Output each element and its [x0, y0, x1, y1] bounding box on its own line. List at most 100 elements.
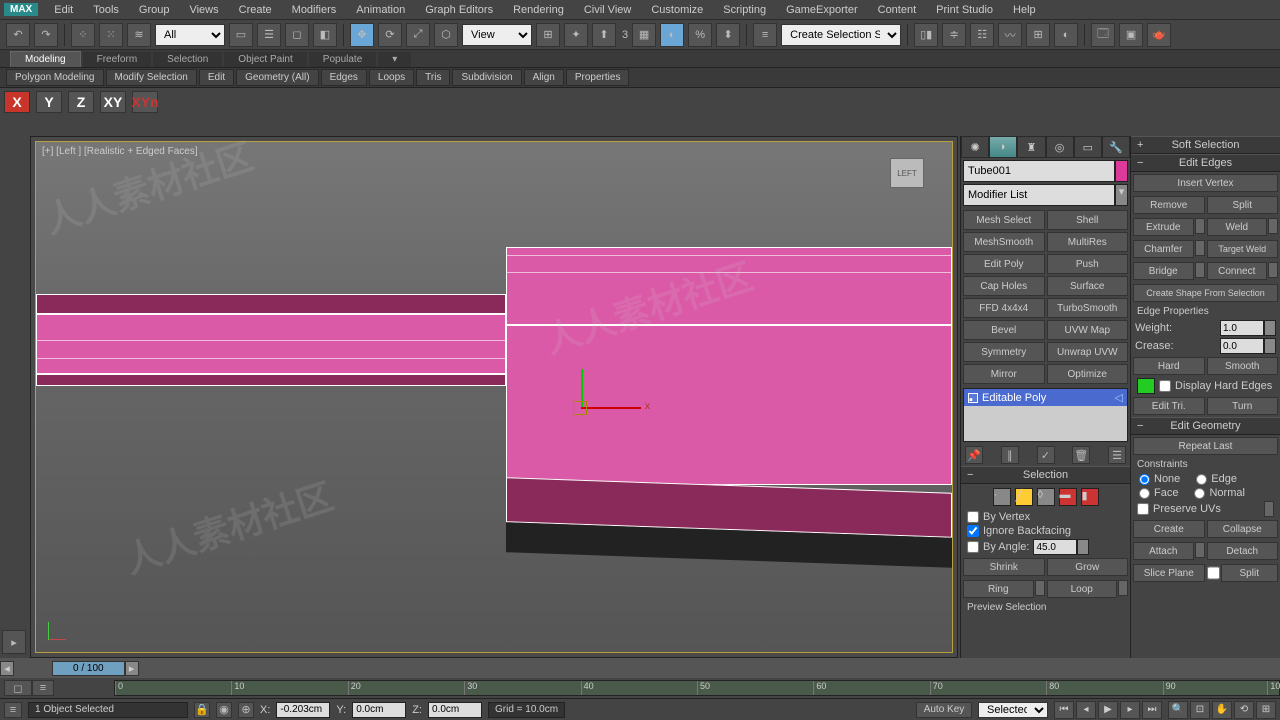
menu-customize[interactable]: Customize: [641, 2, 713, 18]
placement-button[interactable]: ⬡: [434, 23, 458, 47]
subobj-vertex[interactable]: ·: [993, 488, 1011, 506]
by-angle-spinner[interactable]: [1033, 539, 1077, 555]
subobj-border[interactable]: ◊: [1037, 488, 1055, 506]
maxscript-button[interactable]: ≡: [4, 702, 22, 718]
mod-mesh-select[interactable]: Mesh Select: [963, 210, 1045, 230]
mod-edit-poly[interactable]: Edit Poly: [963, 254, 1045, 274]
pivot-button[interactable]: ⊞: [536, 23, 560, 47]
select-object-button[interactable]: ▭: [229, 23, 253, 47]
mod-push[interactable]: Push: [1047, 254, 1129, 274]
menu-edit[interactable]: Edit: [44, 2, 83, 18]
axis-y[interactable]: Y: [36, 91, 62, 113]
split-button[interactable]: Split: [1207, 196, 1279, 214]
chamfer-button[interactable]: Chamfer: [1133, 240, 1194, 258]
menu-scripting[interactable]: Scripting: [713, 2, 776, 18]
render-frame-button[interactable]: ▣: [1119, 23, 1143, 47]
ignore-backfacing-checkbox[interactable]: [967, 525, 979, 537]
split-checkbox[interactable]: [1207, 564, 1220, 582]
zoom-all-button[interactable]: ⊡: [1190, 701, 1210, 719]
scale-button[interactable]: ⤢: [406, 23, 430, 47]
select-by-name-button[interactable]: ☰: [257, 23, 281, 47]
preserve-uvs-checkbox[interactable]: [1137, 503, 1149, 515]
bridge-settings[interactable]: [1195, 262, 1205, 278]
rbtn-loops[interactable]: Loops: [369, 69, 414, 86]
next-frame-button[interactable]: ▸: [1120, 701, 1140, 719]
mod-mirror[interactable]: Mirror: [963, 364, 1045, 384]
ring-button[interactable]: Ring: [963, 580, 1034, 598]
pan-button[interactable]: ✋: [1212, 701, 1232, 719]
angle-snap-button[interactable]: ◐: [660, 23, 684, 47]
y-coord-input[interactable]: [352, 702, 406, 718]
ring-spinner[interactable]: [1035, 580, 1045, 596]
menu-views[interactable]: Views: [179, 2, 228, 18]
keyboard-shortcut-button[interactable]: ⬆: [592, 23, 616, 47]
weld-settings[interactable]: [1268, 218, 1278, 234]
orbit-button[interactable]: ⟲: [1234, 701, 1254, 719]
bind-button[interactable]: ≋: [127, 23, 151, 47]
mod-multires[interactable]: MultiRes: [1047, 232, 1129, 252]
axis-xy[interactable]: XY: [100, 91, 126, 113]
selection-filter[interactable]: All: [155, 24, 225, 46]
weight-spinner[interactable]: [1220, 320, 1264, 336]
rbtn-geometry-all[interactable]: Geometry (All): [236, 69, 318, 86]
modifier-stack[interactable]: ▪ Editable Poly ◁: [963, 388, 1128, 442]
stack-show-button[interactable]: ∥: [1001, 446, 1019, 464]
constraint-edge-radio[interactable]: [1196, 474, 1207, 485]
menu-tools[interactable]: Tools: [83, 2, 129, 18]
remove-button[interactable]: Remove: [1133, 196, 1205, 214]
mod-meshsmooth[interactable]: MeshSmooth: [963, 232, 1045, 252]
window-crossing-button[interactable]: ◧: [313, 23, 337, 47]
mod-symmetry[interactable]: Symmetry: [963, 342, 1045, 362]
target-weld-button[interactable]: Target Weld: [1207, 240, 1279, 258]
menu-graph-editors[interactable]: Graph Editors: [415, 2, 503, 18]
rbtn-polygon-modeling[interactable]: Polygon Modeling: [6, 69, 104, 86]
undo-button[interactable]: ↶: [6, 23, 30, 47]
cmd-tab-create[interactable]: ✺: [961, 136, 989, 158]
layer-button[interactable]: ☷: [970, 23, 994, 47]
tab-selection[interactable]: Selection: [153, 52, 222, 67]
preserve-uvs-settings[interactable]: [1264, 501, 1274, 517]
menu-create[interactable]: Create: [229, 2, 282, 18]
cmd-tab-motion[interactable]: ◎: [1046, 136, 1074, 158]
move-button[interactable]: ✥: [350, 23, 374, 47]
constraint-normal-radio[interactable]: [1194, 488, 1205, 499]
repeat-last-button[interactable]: Repeat Last: [1133, 437, 1278, 455]
maximize-viewport-button[interactable]: ⊞: [1256, 701, 1276, 719]
mod-surface[interactable]: Surface: [1047, 276, 1129, 296]
subobj-polygon[interactable]: ▬: [1059, 488, 1077, 506]
detach-button[interactable]: Detach: [1207, 542, 1279, 560]
constraint-face-radio[interactable]: [1139, 488, 1150, 499]
slice-plane-button[interactable]: Slice Plane: [1133, 564, 1205, 582]
constraint-none-radio[interactable]: [1139, 474, 1150, 485]
axis-z[interactable]: Z: [68, 91, 94, 113]
coord-display-button[interactable]: ⊕: [238, 702, 254, 718]
stack-pin-button[interactable]: 📌: [965, 446, 983, 464]
unlink-button[interactable]: ⁙: [99, 23, 123, 47]
insert-vertex-button[interactable]: Insert Vertex: [1133, 174, 1278, 192]
ref-coord-system[interactable]: View: [462, 24, 532, 46]
time-ruler[interactable]: 0 10 20 30 40 50 60 70 80 90 100: [114, 680, 1280, 696]
menu-content[interactable]: Content: [868, 2, 927, 18]
tab-populate[interactable]: Populate: [309, 52, 376, 67]
smooth-button[interactable]: Smooth: [1207, 357, 1279, 375]
menu-help[interactable]: Help: [1003, 2, 1046, 18]
stack-unique-button[interactable]: ✓: [1037, 446, 1055, 464]
edit-tri-button[interactable]: Edit Tri.: [1133, 397, 1205, 415]
mod-bevel[interactable]: Bevel: [963, 320, 1045, 340]
connect-settings[interactable]: [1268, 262, 1278, 278]
named-sel-sets-button[interactable]: ≡: [753, 23, 777, 47]
gizmo-xy-plane[interactable]: [573, 401, 587, 415]
hard-edge-color[interactable]: [1137, 378, 1155, 394]
mod-optimize[interactable]: Optimize: [1047, 364, 1129, 384]
schematic-button[interactable]: ⊞: [1026, 23, 1050, 47]
by-angle-checkbox[interactable]: [967, 541, 979, 553]
selection-sets[interactable]: Create Selection Se: [781, 24, 901, 46]
split-button-2[interactable]: Split: [1221, 564, 1279, 582]
axis-xy-restrict[interactable]: XYn: [132, 91, 158, 113]
timeline-prev[interactable]: ◂: [0, 661, 14, 676]
play-button[interactable]: ▶: [1098, 701, 1118, 719]
spinner-arrows[interactable]: [1264, 320, 1276, 336]
viewport[interactable]: [+] [Left ] [Realistic + Edged Faces] x: [30, 136, 958, 658]
rbtn-properties[interactable]: Properties: [566, 69, 630, 86]
key-filters[interactable]: Selected: [978, 702, 1048, 718]
